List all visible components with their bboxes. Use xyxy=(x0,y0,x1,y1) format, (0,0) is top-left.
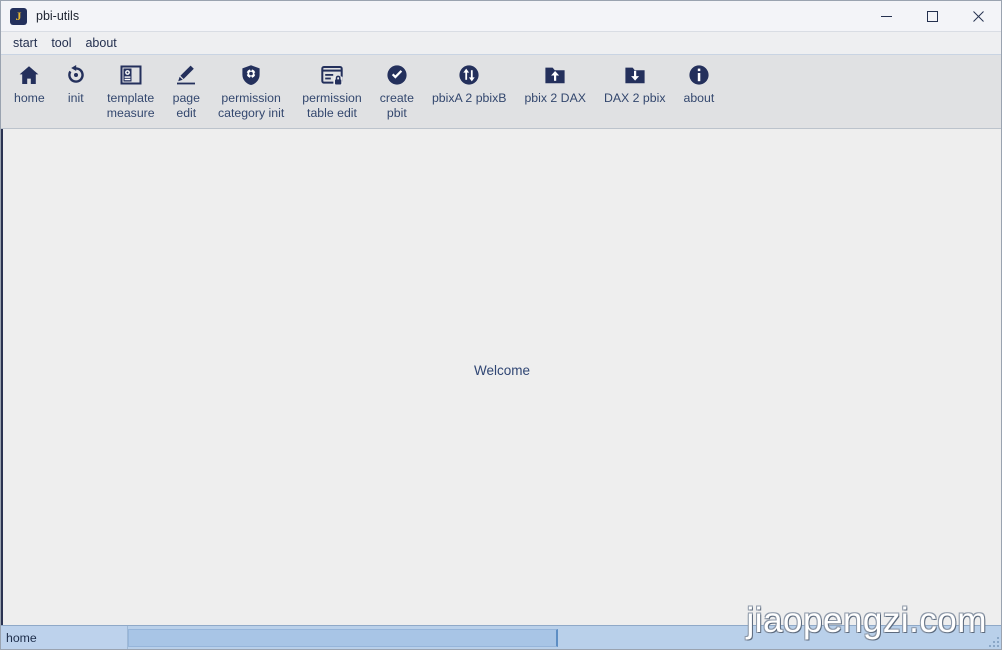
toolbar-button-create-pbit[interactable]: create pbit xyxy=(371,55,423,127)
menubar: start tool about xyxy=(1,32,1001,55)
minimize-button[interactable] xyxy=(863,1,909,32)
reset-circular-arrow-icon xyxy=(64,62,88,88)
toolbar-button-page-edit[interactable]: page edit xyxy=(164,55,209,127)
toolbar-button-pbix-2-dax[interactable]: pbix 2 DAX xyxy=(515,55,595,127)
menu-item-start[interactable]: start xyxy=(7,35,43,52)
status-progress-container xyxy=(128,626,558,649)
status-text: home xyxy=(1,626,128,649)
toolbar-label-home: home xyxy=(14,91,45,106)
toolbar-button-permission-category-init[interactable]: permission category init xyxy=(209,55,293,127)
statusbar: home xyxy=(1,625,1001,649)
toolbar-label-permission-table-edit: permission table edit xyxy=(302,91,361,121)
titlebar: J pbi-utils xyxy=(1,1,1001,32)
status-spacer xyxy=(558,626,1001,649)
titlebar-left: J pbi-utils xyxy=(1,8,79,25)
toolbar-label-pbix-2-dax: pbix 2 DAX xyxy=(524,91,586,106)
resize-grip[interactable] xyxy=(985,633,999,647)
toolbar-label-template-measure: template measure xyxy=(107,91,155,121)
welcome-message: Welcome xyxy=(474,363,530,378)
template-panel-icon xyxy=(119,62,143,88)
pencil-edit-icon xyxy=(174,62,198,88)
table-lock-icon xyxy=(320,62,344,88)
maximize-button[interactable] xyxy=(909,1,955,32)
home-icon xyxy=(17,62,41,88)
window-controls xyxy=(863,1,1001,32)
info-circle-icon xyxy=(687,62,711,88)
progress-bar xyxy=(128,629,558,647)
toolbar-label-about: about xyxy=(683,91,714,106)
folder-download-icon xyxy=(623,62,647,88)
toolbar-button-init[interactable]: init xyxy=(54,55,98,127)
toolbar-label-create-pbit: create pbit xyxy=(380,91,414,121)
toolbar-button-template-measure[interactable]: template measure xyxy=(98,55,164,127)
toolbar-button-pbixa-2-pbixb[interactable]: pbixA 2 pbixB xyxy=(423,55,516,127)
menu-item-about[interactable]: about xyxy=(79,35,122,52)
main-content-area: Welcome xyxy=(1,129,1001,625)
toolbar-button-dax-2-pbix[interactable]: DAX 2 pbix xyxy=(595,55,675,127)
toolbar-label-pbixa-2-pbixb: pbixA 2 pbixB xyxy=(432,91,507,106)
java-icon: J xyxy=(10,8,27,25)
toolbar-label-dax-2-pbix: DAX 2 pbix xyxy=(604,91,666,106)
transfer-updown-circle-icon xyxy=(457,62,481,88)
check-circle-icon xyxy=(385,62,409,88)
toolbar-button-about[interactable]: about xyxy=(674,55,723,127)
toolbar-label-init: init xyxy=(68,91,84,106)
toolbar-button-home[interactable]: home xyxy=(5,55,54,127)
window-title: pbi-utils xyxy=(36,9,79,23)
toolbar-button-permission-table-edit[interactable]: permission table edit xyxy=(293,55,370,127)
menu-item-tool[interactable]: tool xyxy=(45,35,77,52)
app-window: J pbi-utils start tool about home xyxy=(0,0,1002,650)
toolbar-label-page-edit: page edit xyxy=(173,91,200,121)
close-button[interactable] xyxy=(955,1,1001,32)
folder-upload-icon xyxy=(543,62,567,88)
shield-gear-icon xyxy=(239,62,263,88)
toolbar: home init xyxy=(1,55,1001,129)
toolbar-label-permission-category-init: permission category init xyxy=(218,91,284,121)
